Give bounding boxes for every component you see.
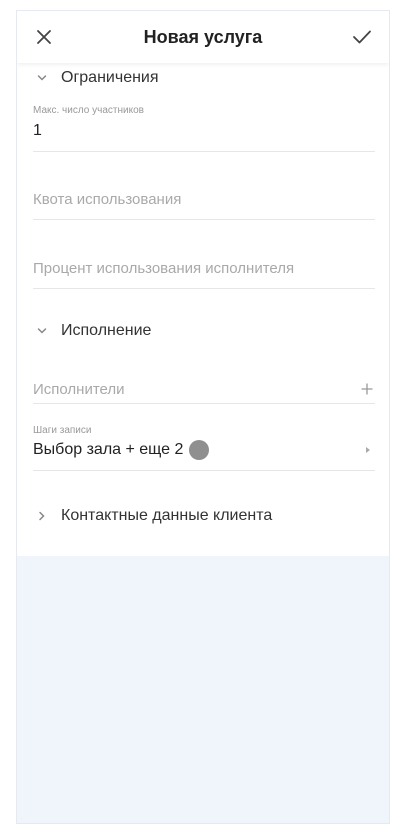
confirm-button[interactable] <box>348 23 376 51</box>
section-execution-header[interactable]: Исполнение <box>37 322 151 340</box>
executors-field[interactable]: Исполнители <box>33 375 375 404</box>
page-title: Новая услуга <box>143 27 263 47</box>
triangle-right-icon <box>366 447 370 453</box>
add-executor-button[interactable] <box>361 383 373 395</box>
usage-quota-field[interactable]: Квота использования <box>33 191 375 220</box>
section-limits-header[interactable]: Ограничения <box>37 69 159 87</box>
executors-placeholder: Исполнители <box>33 380 125 398</box>
booking-steps-field[interactable]: Шаги записи Выбор зала + еще 2 <box>33 425 375 471</box>
executor-usage-percent-field[interactable]: Процент использования исполнителя <box>33 260 375 289</box>
executor-usage-percent-placeholder: Процент использования исполнителя <box>33 260 295 277</box>
chevron-down-icon <box>37 328 47 334</box>
section-limits-title: Ограничения <box>61 69 159 86</box>
max-participants-value: 1 <box>33 122 42 139</box>
check-icon <box>353 30 371 44</box>
section-execution-title: Исполнение <box>61 322 152 339</box>
plus-icon <box>361 383 373 395</box>
chevron-down-icon <box>37 75 47 81</box>
max-participants-field[interactable]: Макс. число участников 1 <box>33 105 375 152</box>
header-bar: Новая услуга <box>17 11 389 63</box>
chevron-right-icon <box>39 511 45 521</box>
section-client-contacts-title: Контактные данные клиента <box>61 507 273 524</box>
booking-steps-label: Шаги записи <box>33 425 92 436</box>
form-panel: Новая услуга Ограничения Макс. число уча… <box>17 11 389 556</box>
usage-quota-placeholder: Квота использования <box>33 191 182 208</box>
app-frame: Новая услуга Ограничения Макс. число уча… <box>16 10 390 824</box>
badge-dot <box>189 440 210 460</box>
section-client-contacts-header[interactable]: Контактные данные клиента <box>37 507 272 525</box>
booking-steps-value: Выбор зала + еще 2 <box>33 441 184 458</box>
max-participants-label: Макс. число участников <box>33 105 144 116</box>
